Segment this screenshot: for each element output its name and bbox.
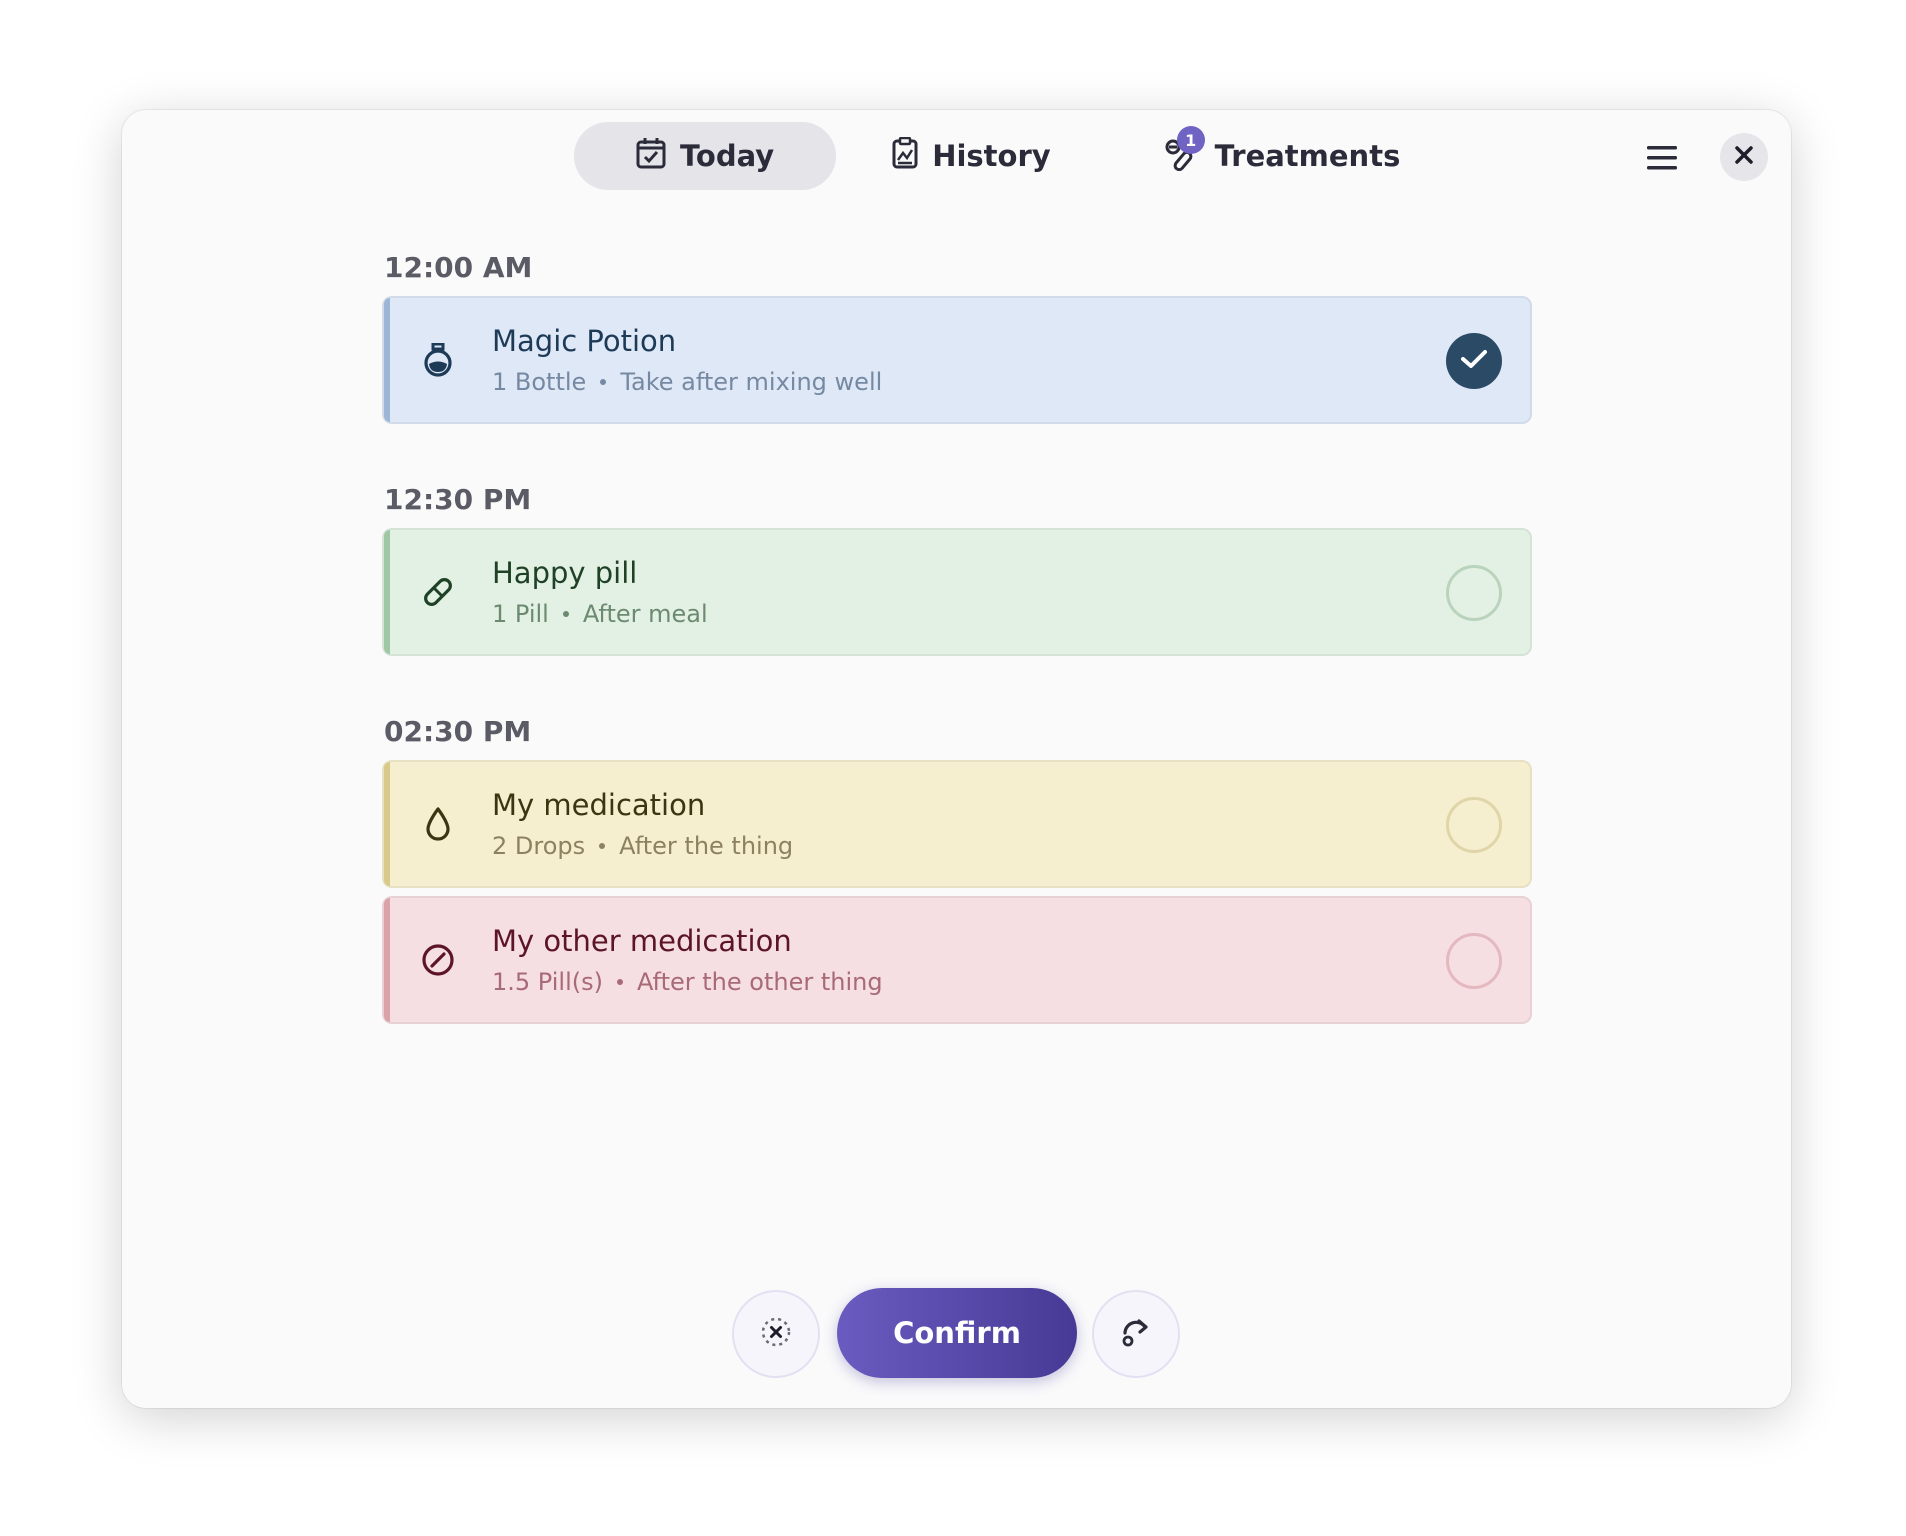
time-group-label: 12:00 AM (384, 251, 533, 284)
skip-button[interactable] (732, 1290, 820, 1378)
medication-note: After the thing (619, 832, 794, 860)
treatments-badge: 1 (1176, 126, 1205, 154)
schedule-list: 12:00 AM Magic Potion 1 Bottle Take afte… (382, 240, 1532, 1032)
time-group-label: 12:30 PM (384, 483, 532, 516)
time-group-label: 02:30 PM (384, 715, 532, 748)
taken-checkbox[interactable] (1446, 797, 1502, 853)
medication-details: 1.5 Pill(s) After the other thing (492, 968, 883, 996)
medication-name: Magic Potion (492, 324, 677, 358)
medication-details: 1 Bottle Take after mixing well (492, 368, 882, 396)
potion-icon (418, 340, 458, 380)
drop-icon (418, 804, 458, 844)
medication-text: Magic Potion 1 Bottle Take after mixing … (492, 324, 882, 396)
calendar-check-icon (636, 137, 666, 176)
medication-dose: 1 Bottle (492, 368, 587, 396)
medication-card-my-other-medication[interactable]: My other medication 1.5 Pill(s) After th… (382, 896, 1532, 1024)
confirm-button[interactable]: Confirm (837, 1288, 1077, 1378)
medication-text: Happy pill 1 Pill After meal (492, 556, 708, 628)
tab-history-label: History (932, 139, 1051, 173)
medication-details: 1 Pill After meal (492, 600, 708, 628)
separator-dot (600, 379, 607, 385)
medication-note: After meal (582, 600, 708, 628)
medication-text: My other medication 1.5 Pill(s) After th… (492, 924, 883, 996)
taken-checkbox-checked[interactable] (1446, 333, 1502, 389)
medication-text: My medication 2 Drops After the thing (492, 788, 793, 860)
medication-card-magic-potion[interactable]: Magic Potion 1 Bottle Take after mixing … (382, 296, 1532, 424)
medication-card-my-medication[interactable]: My medication 2 Drops After the thing (382, 760, 1532, 888)
skip-dashed-circle-icon (759, 1315, 793, 1353)
medication-details: 2 Drops After the thing (492, 832, 793, 860)
separator-dot (616, 979, 623, 985)
medication-dose: 1 Pill (492, 600, 549, 628)
medication-card-happy-pill[interactable]: Happy pill 1 Pill After meal (382, 528, 1532, 656)
medication-note: Take after mixing well (620, 368, 883, 396)
separator-dot (562, 611, 569, 617)
prohibited-icon (418, 940, 458, 980)
separator-dot (599, 843, 606, 849)
clipboard-history-icon (892, 136, 918, 176)
medication-dose: 1.5 Pill(s) (492, 968, 603, 996)
action-bar: Confirm (122, 1288, 1791, 1378)
header-bar: Today History 1 Treatments (122, 110, 1791, 230)
hamburger-menu-icon (1647, 145, 1677, 175)
hamburger-menu-button[interactable] (1638, 136, 1686, 184)
medication-name: My other medication (492, 924, 792, 958)
tab-treatments-label: Treatments (1214, 139, 1401, 173)
tab-treatments[interactable]: 1 Treatments (1107, 122, 1401, 190)
close-icon (1735, 146, 1753, 168)
tab-bar: Today History 1 Treatments (574, 122, 1400, 190)
reschedule-button[interactable] (1092, 1290, 1180, 1378)
reschedule-icon (1119, 1315, 1153, 1353)
close-button[interactable] (1720, 133, 1768, 181)
medication-dose: 2 Drops (492, 832, 586, 860)
checkmark-icon (1461, 349, 1487, 373)
tab-today[interactable]: Today (574, 122, 837, 190)
tab-today-label: Today (680, 139, 775, 173)
taken-checkbox[interactable] (1446, 565, 1502, 621)
medication-name: Happy pill (492, 556, 638, 590)
taken-checkbox[interactable] (1446, 933, 1502, 989)
medication-name: My medication (492, 788, 706, 822)
app-window: Today History 1 Treatments 12:00 AM Magi… (122, 110, 1791, 1408)
pill-icon (418, 572, 458, 612)
tab-history[interactable]: History (836, 122, 1106, 190)
medication-note: After the other thing (636, 968, 883, 996)
